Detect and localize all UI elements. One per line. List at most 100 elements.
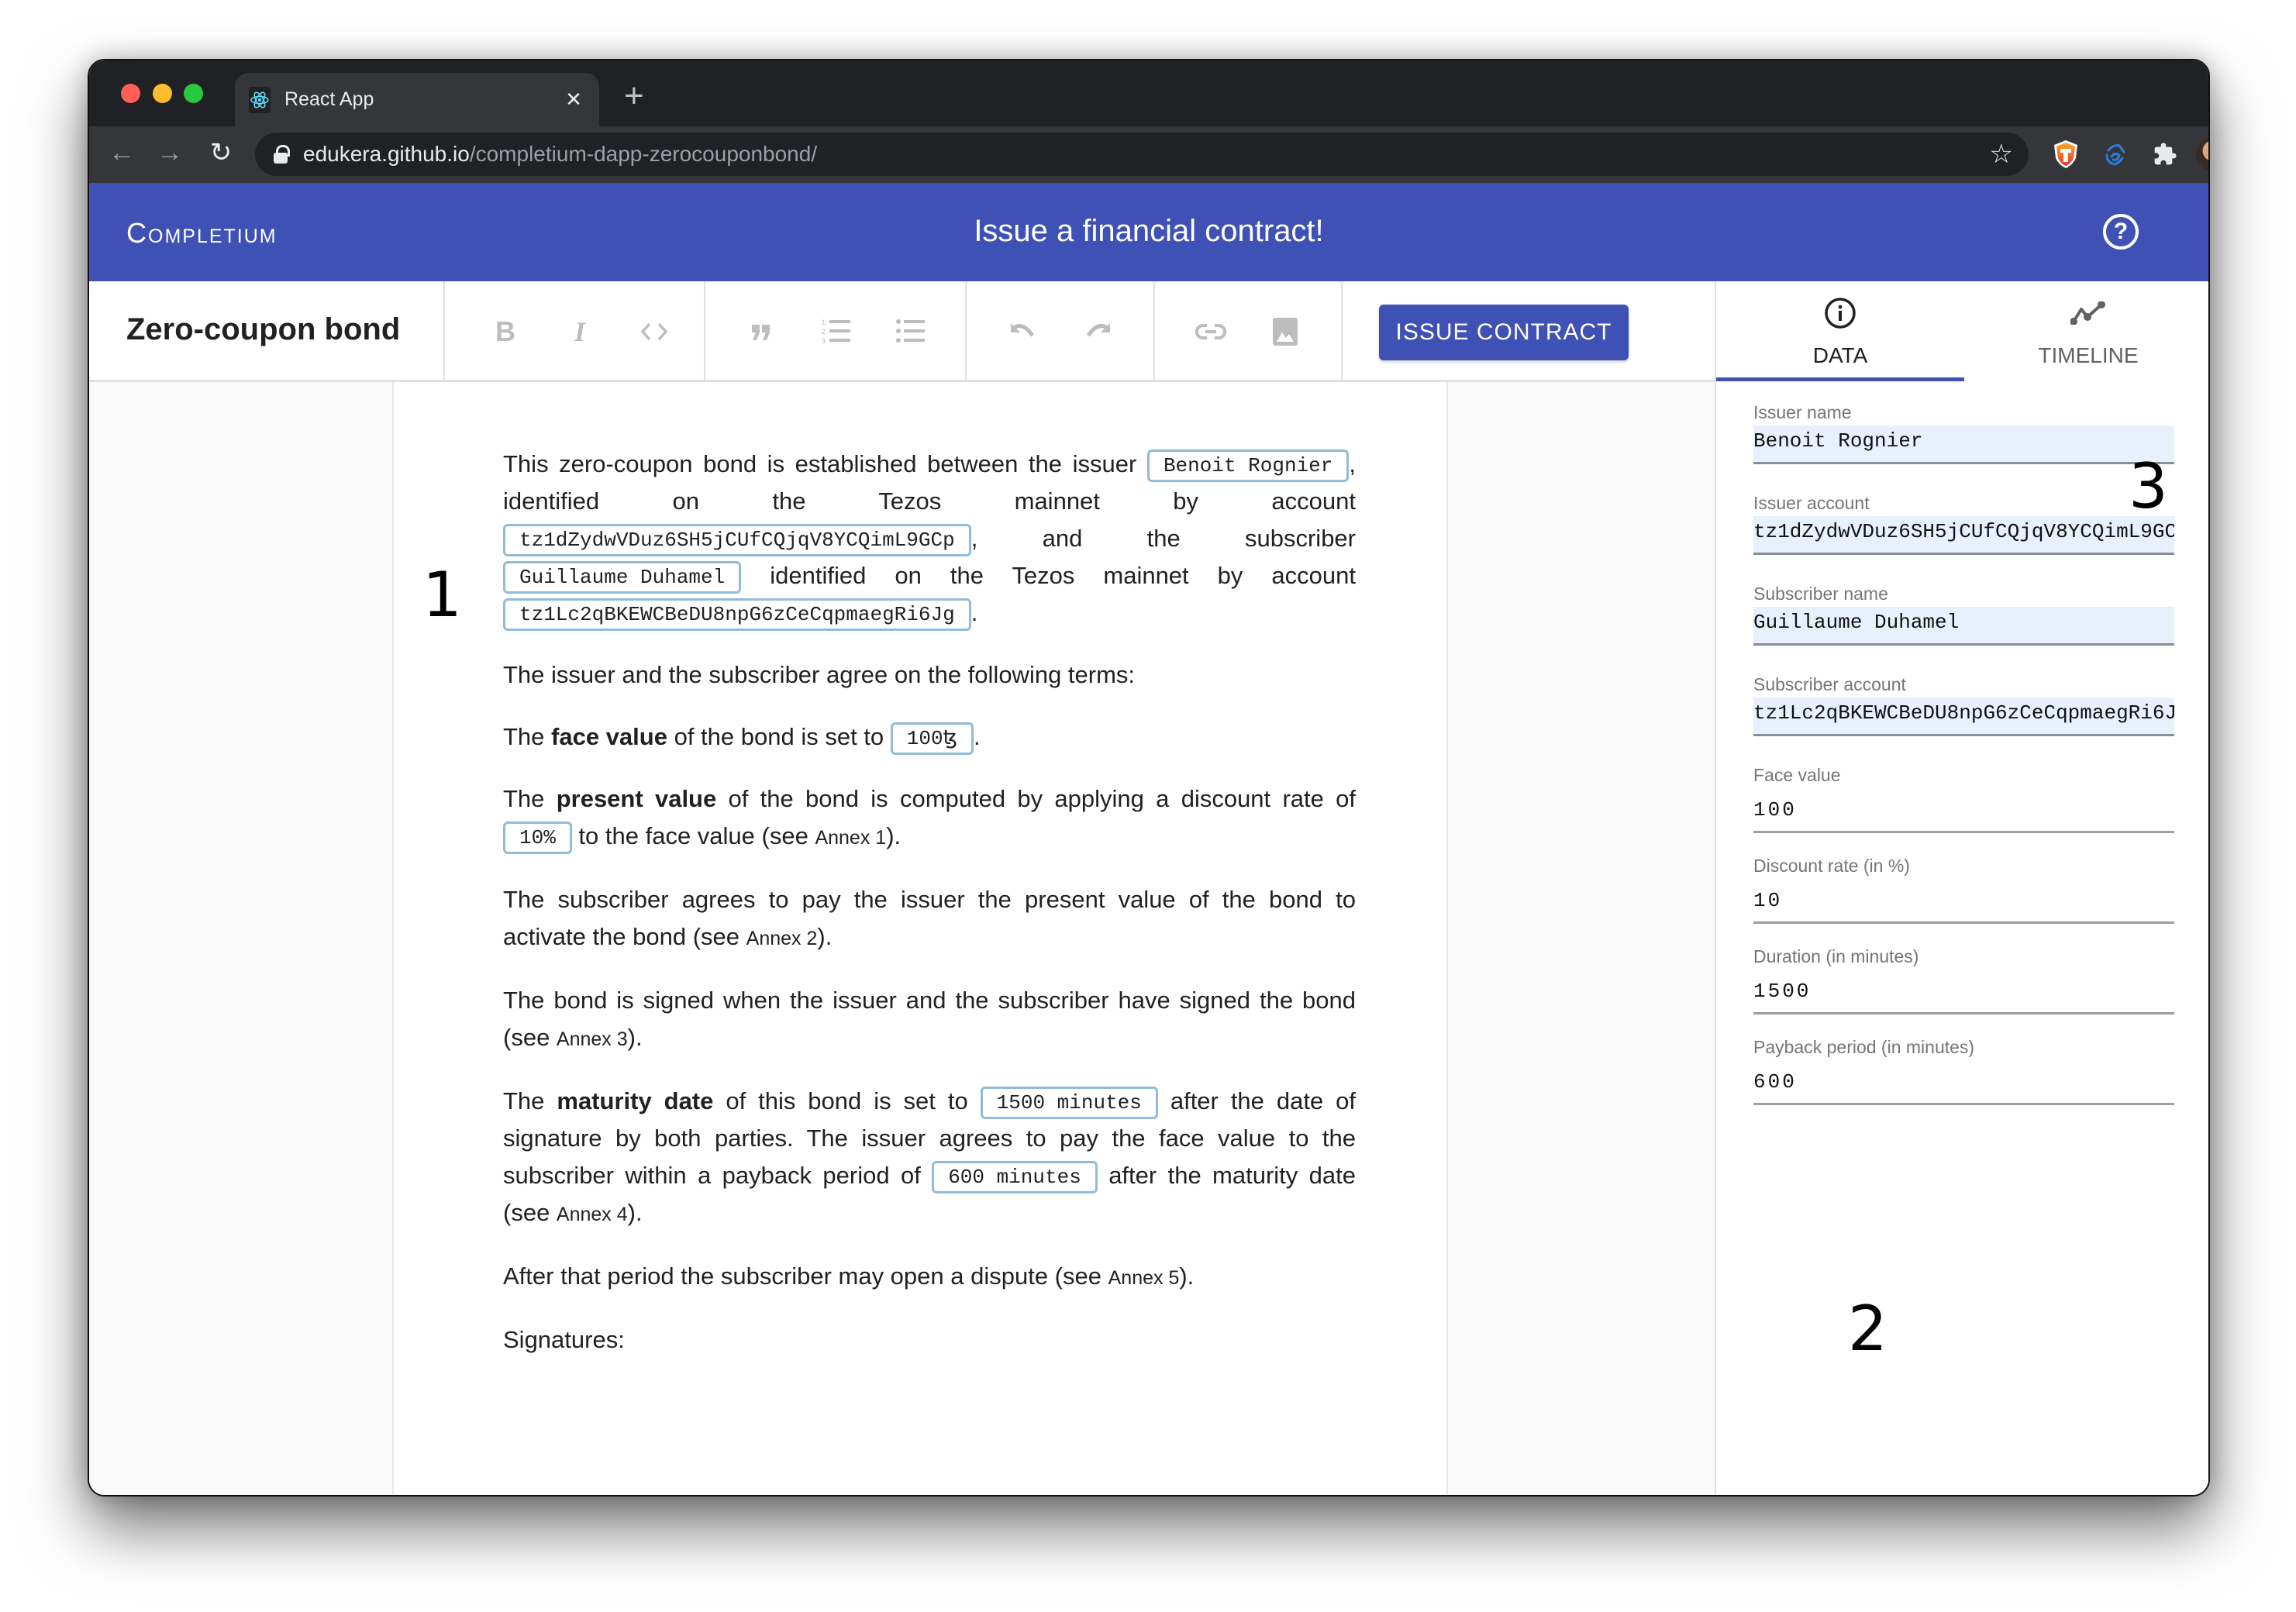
help-icon[interactable]: ? <box>2103 214 2139 250</box>
subscriber-account-input[interactable]: Subscriber account tz1Lc2qBKEWCBeDU8npG6… <box>1753 674 2174 765</box>
divider <box>1341 281 1343 382</box>
annex-link[interactable]: Annex 2 <box>746 928 818 949</box>
duration-input[interactable]: Duration (in minutes) 1500 <box>1753 946 2174 1037</box>
subscriber-account-field[interactable]: tz1Lc2qBKEWCBeDU8npG6zCeCqpmaegRi6Jg <box>503 598 971 631</box>
field-label: Subscriber name <box>1753 584 1888 604</box>
text: . <box>974 723 981 750</box>
wallet-extension-icon[interactable] <box>2098 137 2132 171</box>
close-icon[interactable]: ✕ <box>562 88 585 112</box>
url-path: /completium-dapp-zerocouponbond/ <box>469 142 818 166</box>
issuer-name-input[interactable]: Issuer name Benoit Rognier <box>1753 402 2174 493</box>
subscriber-name-input[interactable]: Subscriber name Guillaume Duhamel <box>1753 584 2174 674</box>
undo-icon[interactable] <box>1002 311 1044 353</box>
text: The <box>503 1087 557 1114</box>
annex-link[interactable]: Annex 3 <box>557 1028 628 1050</box>
field-value[interactable]: Benoit Rognier <box>1753 425 2174 464</box>
bold-text: face value <box>551 723 667 750</box>
tab-data[interactable]: DATA <box>1716 281 1964 382</box>
maximize-window-button[interactable] <box>184 84 203 103</box>
contract-document[interactable]: This zero-coupon bond is established bet… <box>392 382 1448 1495</box>
field-label: Subscriber account <box>1753 674 1906 694</box>
text: identified on the Tezos mainnet by accou… <box>741 562 1356 589</box>
info-icon <box>1716 294 1964 332</box>
text: This zero-coupon bond is established bet… <box>503 450 1147 477</box>
plus-icon[interactable]: + <box>624 79 644 113</box>
tab-label: TIMELINE <box>2038 343 2139 367</box>
quote-icon[interactable] <box>740 311 782 353</box>
code-icon[interactable] <box>633 311 675 353</box>
avatar-icon[interactable] <box>2196 137 2208 171</box>
document-body[interactable]: This zero-coupon bond is established bet… <box>503 446 1356 1383</box>
field-value[interactable]: 600 <box>1753 1060 2174 1105</box>
bold-text: maturity date <box>557 1087 714 1114</box>
annex-link[interactable]: Annex 4 <box>557 1204 628 1225</box>
bold-icon[interactable]: B <box>484 311 526 353</box>
link-icon[interactable] <box>1190 311 1232 353</box>
field-value[interactable]: tz1dZydwVDuz6SH5jCUfCQjqV8YCQimL9GCp <box>1753 516 2174 555</box>
data-panel: DATA TIMELINE Issuer name Benoit Rognier… <box>1715 281 2208 1495</box>
field-label: Payback period (in minutes) <box>1753 1037 1975 1057</box>
lock-icon[interactable] <box>274 145 290 164</box>
field-value[interactable]: tz1Lc2qBKEWCBeDU8npG6zCeCqpmaegRi6Jg <box>1753 698 2174 736</box>
payback-period-input[interactable]: Payback period (in minutes) 600 <box>1753 1037 2174 1128</box>
page-title: Issue a financial contract! <box>974 214 1324 248</box>
minimize-window-button[interactable] <box>153 84 172 103</box>
reload-icon[interactable]: ↻ <box>205 137 236 168</box>
field-value[interactable]: 100 <box>1753 788 2174 833</box>
address-bar[interactable]: edukera.github.io/completium-dapp-zeroco… <box>255 133 2029 176</box>
field-value[interactable]: 1500 <box>1753 970 2174 1014</box>
tab-timeline[interactable]: TIMELINE <box>1964 281 2208 382</box>
divider <box>1153 281 1155 382</box>
annex-link[interactable]: Annex 1 <box>815 827 886 849</box>
field-label: Duration (in minutes) <box>1753 946 1919 966</box>
arrow-right-icon[interactable]: → <box>154 137 185 168</box>
shield-t-extension-icon[interactable] <box>2049 137 2083 171</box>
browser-tab[interactable]: React App ✕ <box>235 73 599 126</box>
annotation-marker-3: 3 <box>2129 450 2168 522</box>
duration-field[interactable]: 1500 minutes <box>980 1086 1158 1119</box>
text: ). <box>627 1024 643 1051</box>
data-fields: Issuer name Benoit Rognier Issuer accoun… <box>1753 402 2174 1128</box>
issuer-account-field[interactable]: tz1dZydwVDuz6SH5jCUfCQjqV8YCQimL9GCp <box>503 523 971 556</box>
paragraph-terms-intro: The issuer and the subscriber agree on t… <box>503 661 1136 688</box>
issue-contract-button[interactable]: ISSUE CONTRACT <box>1379 305 1629 360</box>
text: ). <box>1179 1262 1195 1290</box>
star-icon[interactable]: ☆ <box>1990 139 2013 170</box>
browser-window: React App ✕ + ← → ↻ edukera.github.io/co… <box>88 59 2210 1497</box>
text: ). <box>817 923 833 950</box>
image-icon[interactable] <box>1264 311 1306 353</box>
annotation-marker-1: 1 <box>422 559 462 631</box>
discount-rate-input[interactable]: Discount rate (in %) 10 <box>1753 856 2174 946</box>
payback-period-field[interactable]: 600 minutes <box>932 1160 1098 1194</box>
redo-icon[interactable] <box>1077 311 1119 353</box>
subscriber-name-field[interactable]: Guillaume Duhamel <box>503 560 742 594</box>
arrow-left-icon[interactable]: ← <box>106 137 137 168</box>
issuer-name-field[interactable]: Benoit Rognier <box>1146 449 1350 482</box>
browser-toolbar: ← → ↻ edukera.github.io/completium-dapp-… <box>89 126 2208 183</box>
italic-icon[interactable]: I <box>559 311 601 353</box>
discount-rate-field[interactable]: 10% <box>503 821 572 854</box>
face-value-field[interactable]: 100ꜩ <box>890 722 974 755</box>
numbered-list-icon[interactable]: 1 23 <box>815 311 857 353</box>
paragraph-signatures: Signatures: <box>503 1326 625 1353</box>
close-window-button[interactable] <box>121 84 140 103</box>
bulleted-list-icon[interactable] <box>890 311 932 353</box>
react-logo-icon <box>249 86 271 113</box>
tab-strip: React App ✕ + <box>89 60 2208 126</box>
puzzle-extension-icon[interactable] <box>2148 137 2182 171</box>
text: The <box>503 785 557 812</box>
face-value-input[interactable]: Face value 100 <box>1753 765 2174 856</box>
annex-link[interactable]: Annex 5 <box>1108 1267 1180 1289</box>
svg-text:3: 3 <box>822 337 826 345</box>
tab-title: React App <box>284 88 374 110</box>
document-title: Zero-coupon bond <box>126 312 401 346</box>
issuer-account-input[interactable]: Issuer account tz1dZydwVDuz6SH5jCUfCQjqV… <box>1753 493 2174 584</box>
text: ). <box>886 822 902 849</box>
svg-text:2: 2 <box>822 328 826 336</box>
field-value[interactable]: Guillaume Duhamel <box>1753 607 2174 646</box>
active-tab-indicator <box>1716 377 1964 381</box>
app-header: Completium Issue a financial contract! ? <box>89 183 2208 281</box>
field-value[interactable]: 10 <box>1753 879 2174 924</box>
paragraph-maturity: The maturity date of this bond is set to… <box>503 1083 1356 1233</box>
divider <box>443 281 445 382</box>
